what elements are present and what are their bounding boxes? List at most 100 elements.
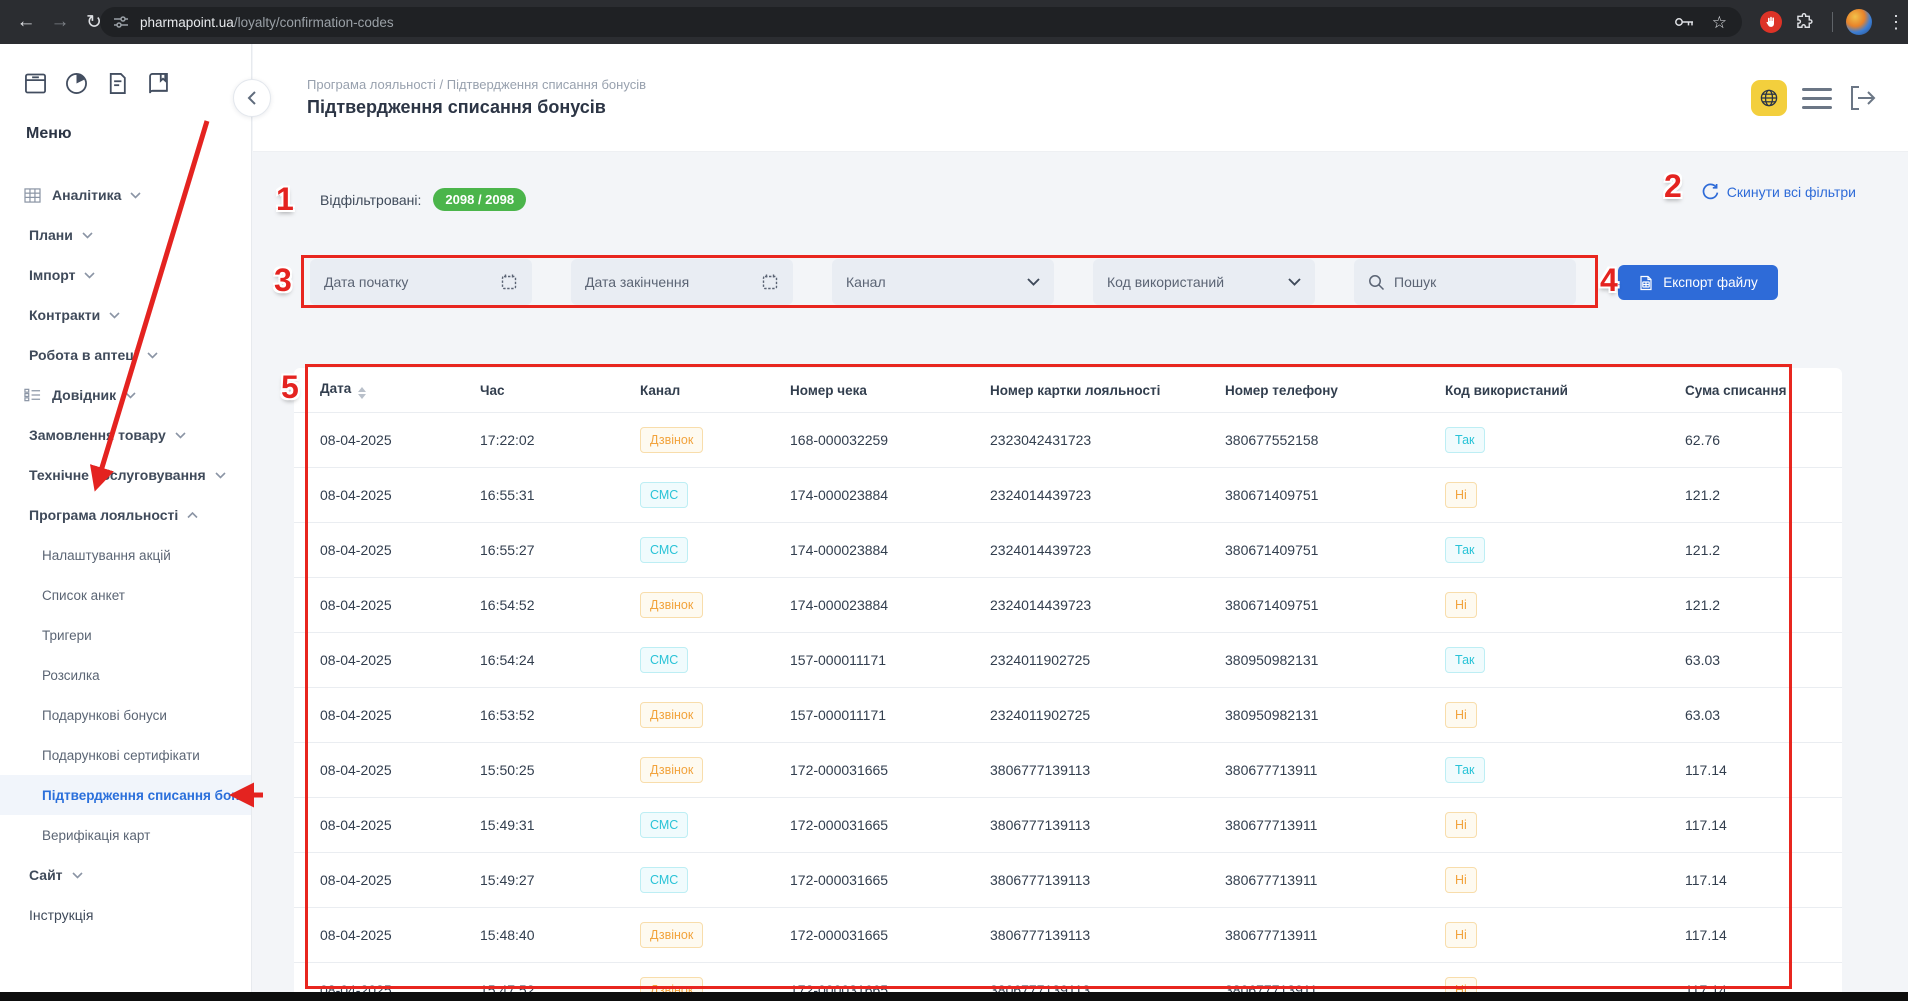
sidebar-item-подарункові-бонуси[interactable]: Подарункові бонуси	[0, 695, 251, 735]
cell-номер-чека: 172-000031665	[790, 762, 990, 778]
logout-icon[interactable]	[1847, 84, 1878, 112]
chevron-down-icon	[84, 272, 95, 279]
pie-chart-icon[interactable]	[63, 70, 90, 97]
address-bar[interactable]: pharmapoint.ua/loyalty/confirmation-code…	[100, 7, 1742, 37]
cell-канал: СМС	[640, 537, 790, 563]
sidebar-nav: Аналітика Плани Імпорт КонтрактиРобота в ап…	[0, 175, 251, 935]
table-row[interactable]: 08-04-202515:50:25Дзвінок172-00003166538…	[294, 742, 1842, 797]
adblock-extension-icon[interactable]	[1760, 11, 1782, 33]
menu-title: Меню	[26, 125, 251, 143]
sidebar-item-label: Аналітика	[52, 187, 121, 203]
column-header-дата[interactable]: Дата	[320, 381, 480, 399]
chevron-down-icon	[130, 192, 141, 199]
table-row[interactable]: 08-04-202516:54:52Дзвінок174-00002388423…	[294, 577, 1842, 632]
chevron-down-icon	[82, 232, 93, 239]
filter-date-start[interactable]: Дата початку	[310, 259, 532, 305]
channel-badge: Дзвінок	[640, 702, 703, 728]
cell-сума-списання: 117.14	[1685, 927, 1842, 943]
hamburger-menu-icon[interactable]	[1802, 88, 1832, 109]
browser-back-icon[interactable]: ←	[10, 7, 42, 37]
channel-badge: Дзвінок	[640, 757, 703, 783]
table-row[interactable]: 08-04-202515:49:31СМС172-000031665380677…	[294, 797, 1842, 852]
bookmark-star-icon[interactable]: ☆	[1712, 14, 1727, 31]
password-key-icon[interactable]	[1674, 16, 1695, 28]
channel-badge: Дзвінок	[640, 922, 703, 948]
sidebar-item-подарункові-сертифікати[interactable]: Подарункові сертифікати	[0, 735, 251, 775]
filter-code-used[interactable]: Код використаний	[1093, 259, 1315, 305]
channel-badge: Дзвінок	[640, 427, 703, 453]
filtered-label: Відфільтровані:	[320, 192, 421, 208]
sidebar-item-верифікація-карт[interactable]: Верифікація карт	[0, 815, 251, 855]
cell-номер-телефону: 380671409751	[1225, 487, 1445, 503]
sidebar-item-label: Список анкет	[42, 588, 125, 603]
cell-код-використаний: Ні	[1445, 812, 1685, 838]
browser-toolbar: ← → ↻ pharmapoint.ua/loyalty/confirmatio…	[0, 0, 1908, 44]
cell-код-використаний: Так	[1445, 757, 1685, 783]
channel-badge: СМС	[640, 537, 688, 563]
filter-search[interactable]: Пошук	[1354, 259, 1576, 305]
sidebar-item-робота-в-аптеці[interactable]: Робота в аптеці	[0, 335, 251, 375]
cell-час: 16:55:31	[480, 487, 640, 503]
filter-channel[interactable]: Канал	[832, 259, 1054, 305]
sidebar-item-налаштування-акцій[interactable]: Налаштування акцій	[0, 535, 251, 575]
table-row[interactable]: 08-04-202516:55:27СМС174-000023884232401…	[294, 522, 1842, 577]
sidebar-item-аналітика[interactable]: Аналітика	[0, 175, 251, 215]
browser-menu-icon[interactable]: ⋮	[1884, 7, 1908, 37]
sidebar-item-список-анкет[interactable]: Список анкет	[0, 575, 251, 615]
browser-forward-icon[interactable]: →	[44, 7, 76, 37]
sidebar-collapse-button[interactable]	[233, 79, 271, 117]
channel-badge: Дзвінок	[640, 977, 703, 992]
sidebar-item-сайт[interactable]: Сайт	[0, 855, 251, 895]
cell-час: 15:48:40	[480, 927, 640, 943]
site-info-icon[interactable]	[113, 14, 129, 30]
book-icon[interactable]	[145, 70, 172, 97]
cell-дата: 08-04-2025	[320, 652, 480, 668]
table-row[interactable]: 08-04-202517:22:02Дзвінок168-00003225923…	[294, 412, 1842, 467]
sidebar-item-контракти[interactable]: Контракти	[0, 295, 251, 335]
column-header-час: Час	[480, 383, 640, 398]
sidebar-item-тригери[interactable]: Тригери	[0, 615, 251, 655]
table-row[interactable]: 08-04-202515:47:52Дзвінок172-00003166538…	[294, 962, 1842, 992]
table-row[interactable]: 08-04-202516:54:24СМС157-000011171232401…	[294, 632, 1842, 687]
filter-placeholder: Канал	[846, 274, 1027, 290]
sidebar-item-розсилка[interactable]: Розсилка	[0, 655, 251, 695]
filter-date-end[interactable]: Дата закінчення	[571, 259, 793, 305]
sidebar-item-замовлення-товару[interactable]: Замовлення товару	[0, 415, 251, 455]
sidebar-item-технічне-обслуговування[interactable]: Технічне обслуговування	[0, 455, 251, 495]
browser-profile-avatar[interactable]	[1846, 9, 1872, 35]
channel-badge: СМС	[640, 647, 688, 673]
sidebar-item-label: Тригери	[42, 628, 92, 643]
calendar-icon	[500, 273, 518, 291]
channel-badge: СМС	[640, 812, 688, 838]
cell-номер-чека: 157-000011171	[790, 707, 990, 723]
cell-номер-чека: 174-000023884	[790, 542, 990, 558]
document-icon[interactable]	[104, 70, 131, 97]
sidebar-item-підтвердження-списання-бон[interactable]: Підтвердження списання бон...	[0, 775, 251, 815]
cell-канал: Дзвінок	[640, 702, 790, 728]
cell-код-використаний: Ні	[1445, 592, 1685, 618]
code-used-badge: Ні	[1445, 482, 1477, 508]
sidebar-item-label: Імпорт	[29, 267, 75, 283]
cell-сума-списання: 117.14	[1685, 982, 1842, 992]
sidebar-item-довідник[interactable]: Довідник	[0, 375, 251, 415]
sidebar-item-label: Підтвердження списання бон...	[42, 788, 251, 803]
cell-час: 16:54:52	[480, 597, 640, 613]
table-row[interactable]: 08-04-202515:48:40Дзвінок172-00003166538…	[294, 907, 1842, 962]
sidebar-item-програма-лояльності[interactable]: Програма лояльності	[0, 495, 251, 535]
cell-сума-списання: 63.03	[1685, 652, 1842, 668]
sidebar-item-імпорт[interactable]: Імпорт	[0, 255, 251, 295]
table-row[interactable]: 08-04-202515:49:27СМС172-000031665380677…	[294, 852, 1842, 907]
export-file-button[interactable]: Експорт файлу	[1618, 265, 1778, 300]
cell-сума-списання: 63.03	[1685, 707, 1842, 723]
extensions-puzzle-icon[interactable]	[1794, 12, 1814, 32]
reset-filters-link[interactable]: Скинути всі фільтри	[1702, 183, 1856, 200]
table-row[interactable]: 08-04-202516:55:31СМС174-000023884232401…	[294, 467, 1842, 522]
sidebar-item-інструкція[interactable]: Інструкція	[0, 895, 251, 935]
table-row[interactable]: 08-04-202516:53:52Дзвінок157-00001117123…	[294, 687, 1842, 742]
archive-icon[interactable]	[22, 70, 49, 97]
cell-код-використаний: Ні	[1445, 977, 1685, 992]
language-globe-button[interactable]	[1751, 80, 1787, 116]
column-header-канал: Канал	[640, 383, 790, 398]
sort-icon[interactable]	[358, 387, 366, 399]
sidebar-item-плани[interactable]: Плани	[0, 215, 251, 255]
